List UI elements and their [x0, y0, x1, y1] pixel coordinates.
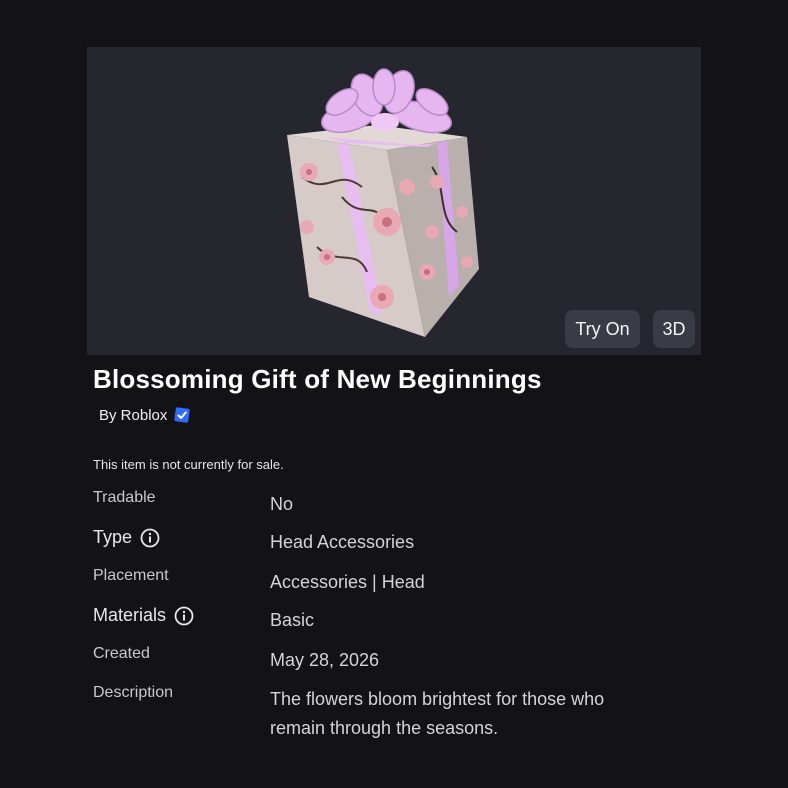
detail-label: Type	[93, 527, 160, 548]
info-icon[interactable]	[140, 528, 160, 548]
detail-label-text: Description	[93, 684, 174, 701]
creator-link[interactable]: By Roblox	[99, 406, 191, 424]
detail-value: May 28, 2026	[270, 650, 380, 670]
item-title: Blossoming Gift of New Beginnings	[93, 364, 542, 394]
gift-box-image	[287, 68, 479, 337]
detail-value: Accessories | Head	[270, 572, 425, 592]
detail-label: Tradable	[93, 489, 156, 507]
detail-label: Description	[93, 684, 173, 702]
detail-value-description: The flowers bloom brightest for those wh…	[270, 689, 605, 738]
detail-label-text: Created	[93, 645, 150, 662]
sale-status-text: This item is not currently for sale.	[93, 457, 284, 472]
creator-label[interactable]: By Roblox	[99, 407, 167, 424]
detail-value: Basic	[270, 610, 315, 630]
detail-label-text: Materials	[93, 605, 167, 625]
item-3d-viewer[interactable]	[87, 47, 701, 355]
detail-label-text: Placement	[93, 567, 169, 584]
detail-label-text: Tradable	[93, 489, 156, 506]
detail-value: No	[270, 494, 294, 514]
3d-view-button[interactable]: 3D	[653, 310, 695, 348]
detail-label-text: Type	[93, 527, 133, 547]
detail-value: Head Accessories	[270, 532, 415, 552]
try-on-button[interactable]: Try On	[565, 310, 640, 348]
verified-badge-icon	[173, 406, 191, 424]
detail-label: Materials	[93, 605, 194, 626]
info-icon[interactable]	[174, 606, 194, 626]
detail-label: Created	[93, 645, 150, 663]
detail-label: Placement	[93, 567, 169, 585]
